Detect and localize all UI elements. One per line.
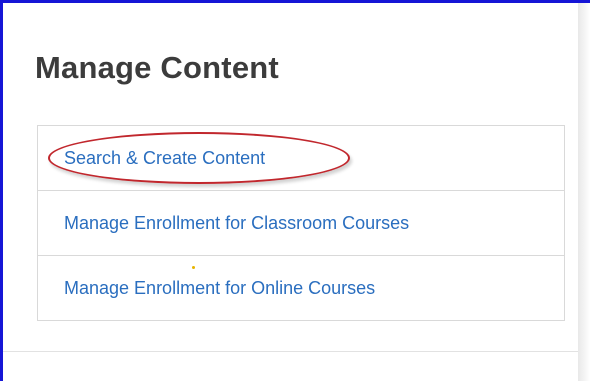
panel-shadow xyxy=(578,3,590,381)
classroom-enrollment-link[interactable]: Manage Enrollment for Classroom Courses xyxy=(64,213,409,234)
menu-item-search-create[interactable]: Search & Create Content xyxy=(38,126,564,191)
menu-item-classroom-enrollment[interactable]: Manage Enrollment for Classroom Courses xyxy=(38,191,564,256)
cursor-marker xyxy=(192,266,195,269)
page-title: Manage Content xyxy=(35,50,279,85)
search-create-content-link[interactable]: Search & Create Content xyxy=(64,148,265,169)
online-enrollment-link[interactable]: Manage Enrollment for Online Courses xyxy=(64,278,375,299)
manage-content-menu: Search & Create Content Manage Enrollmen… xyxy=(37,125,565,321)
menu-item-online-enrollment[interactable]: Manage Enrollment for Online Courses xyxy=(38,256,564,320)
bottom-divider xyxy=(3,351,578,352)
